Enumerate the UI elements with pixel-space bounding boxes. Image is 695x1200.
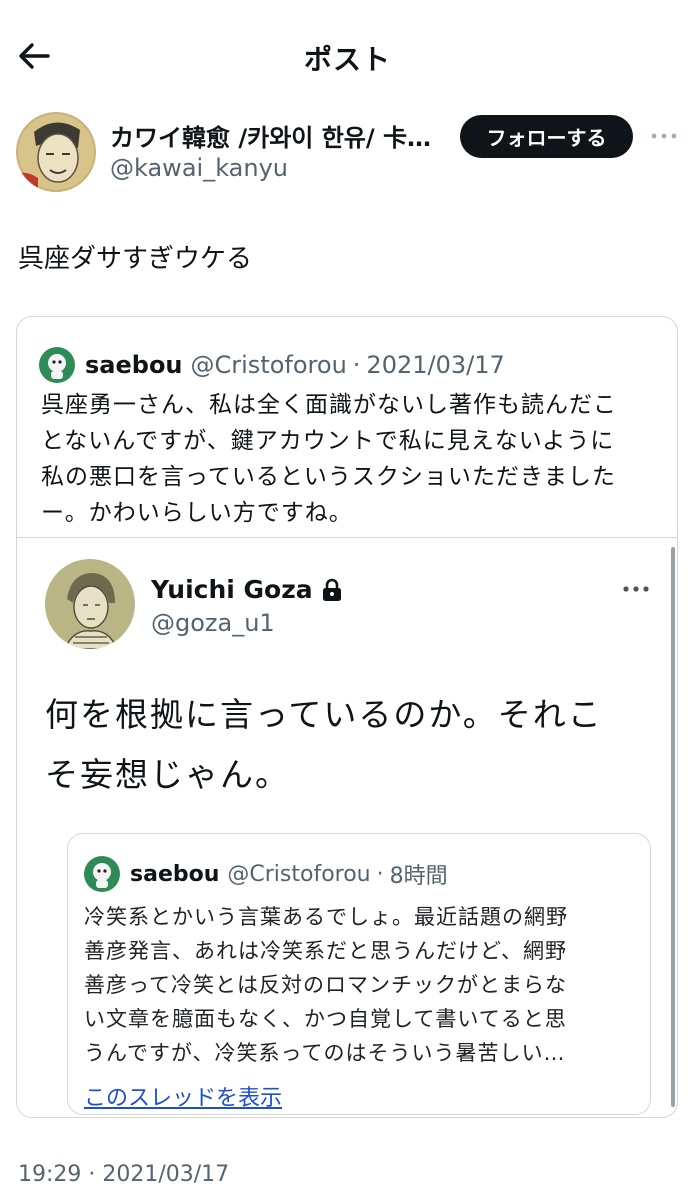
inner-quote-time: 8時間 bbox=[389, 864, 448, 889]
quoted-avatar bbox=[39, 347, 75, 383]
author-avatar[interactable] bbox=[16, 112, 96, 192]
text-line: 善彦発言、あれは冷笑系だと思うんだけど、網野 bbox=[84, 939, 567, 963]
author-name[interactable]: カワイ韓愈 /카와이 한유/ 卡… bbox=[110, 118, 440, 153]
show-thread-link: このスレッドを表示 bbox=[84, 1086, 283, 1111]
inner-quote-handle: @Cristoforou bbox=[227, 861, 371, 887]
quoted-post-header: saebou @Cristoforou · 2021/03/17 bbox=[39, 347, 505, 383]
text-line: とないんですが、鍵アカウントで私に見えないように bbox=[41, 428, 615, 454]
text-line: い文章を臆面もなく、かつ自覚して書いてると思 bbox=[84, 1007, 567, 1031]
quoted-post-date: 2021/03/17 bbox=[366, 351, 505, 379]
screenshot-post-text: 何を根拠に言っているのか。それこ そ妄想じゃん。 bbox=[45, 685, 645, 805]
quoted-author-handle: @Cristoforou bbox=[190, 351, 347, 379]
author-handle[interactable]: @kawai_kanyu bbox=[110, 154, 288, 182]
inner-quote-text: 冷笑系とかいう言葉あるでしょ。最近話題の網野 善彦発言、あれは冷笑系だと思うんだ… bbox=[84, 900, 644, 1070]
inner-quote-name: saebou bbox=[130, 861, 220, 887]
text-line: そ妄想じゃん。 bbox=[45, 755, 290, 794]
more-options-button[interactable] bbox=[648, 124, 680, 148]
quoted-post-card[interactable]: saebou @Cristoforou · 2021/03/17 呉座勇一さん、… bbox=[16, 316, 678, 1118]
quoted-author-name: saebou bbox=[85, 351, 183, 379]
text-line: うんですが、冷笑系ってのはそういう暑苦しい… bbox=[84, 1041, 566, 1065]
screenshot-author-name-text: Yuichi Goza bbox=[151, 575, 313, 604]
text-line: 私の悪口を言っているというスクショいただきました bbox=[41, 464, 616, 490]
text-line: 何を根拠に言っているのか。それこ bbox=[45, 695, 603, 734]
screenshot-author-handle: @goza_u1 bbox=[151, 609, 275, 637]
separator-dot: · bbox=[376, 861, 384, 887]
screenshot-inner-quote-card: saebou @Cristoforou · 8時間 冷笑系とかいう言葉あるでしょ… bbox=[67, 833, 651, 1115]
screenshot-author-name: Yuichi Goza bbox=[151, 575, 343, 604]
follow-button[interactable]: フォローする bbox=[460, 115, 633, 158]
text-line: 冷笑系とかいう言葉あるでしょ。最近話題の網野 bbox=[84, 905, 568, 929]
lock-icon bbox=[321, 578, 343, 602]
inner-quote-header: saebou @Cristoforou · 8時間 bbox=[84, 856, 448, 892]
post-text: 呉座ダサすぎウケる bbox=[18, 244, 253, 274]
screenshot-scrollbar bbox=[671, 547, 675, 1107]
inner-quote-avatar bbox=[84, 856, 120, 892]
quoted-post-text: 呉座勇一さん、私は全く面識がないし著作も読んだこ とないんですが、鍵アカウントで… bbox=[41, 387, 661, 531]
separator-dot: · bbox=[352, 351, 361, 379]
page-title: ポスト bbox=[303, 43, 391, 76]
text-line: ー。かわいらしい方ですね。 bbox=[41, 500, 353, 526]
more-horizontal-icon bbox=[651, 133, 677, 139]
goza-avatar bbox=[45, 559, 135, 649]
text-line: 呉座勇一さん、私は全く面識がないし著作も読んだこ bbox=[41, 392, 617, 418]
text-line: 善彦って冷笑とは反対のロマンチックがとまらな bbox=[84, 973, 567, 997]
screenshot-more-icon bbox=[619, 579, 653, 599]
post-timestamp: 19:29 · 2021/03/17 bbox=[18, 1162, 230, 1187]
